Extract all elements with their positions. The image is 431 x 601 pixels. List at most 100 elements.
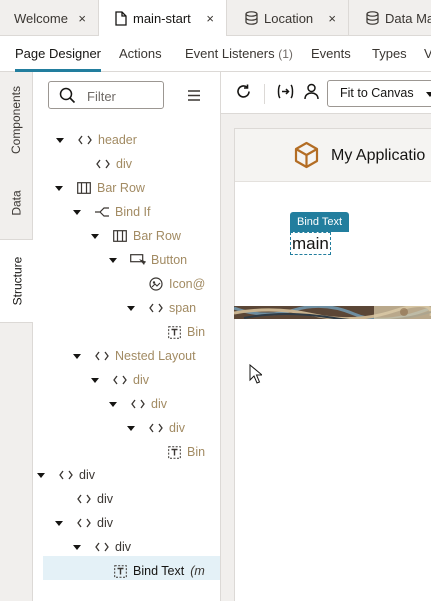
tab-label: Events <box>311 46 351 61</box>
app-logo-icon <box>293 141 320 174</box>
file-tab-bar: Welcome × main-start × Location × Data M… <box>0 0 431 37</box>
tree-node-label: Button <box>151 253 188 267</box>
tree-node-label: Bar Row <box>97 181 145 195</box>
tree-node-suffix: @ <box>192 277 206 291</box>
tree-node-label: span <box>169 301 197 315</box>
chevron-down-icon[interactable] <box>56 138 64 143</box>
tree-node-label: Nested Layout <box>115 349 196 363</box>
close-icon[interactable]: × <box>78 11 86 26</box>
chevron-down-icon[interactable] <box>91 234 99 239</box>
tab-types[interactable]: Types <box>372 36 407 72</box>
zoom-select-value: Fit to Canvas <box>340 86 414 100</box>
tree-node-label: div <box>115 540 131 554</box>
tree-node[interactable]: Bar Row <box>55 178 145 198</box>
bind-text-icon <box>112 564 128 578</box>
tree-node-label: div <box>133 373 149 387</box>
zoom-select[interactable]: Fit to Canvas <box>327 80 431 107</box>
file-tab-data-ma[interactable]: Data Ma <box>349 0 431 36</box>
tree-node[interactable]: Nested Layout <box>73 346 196 366</box>
tab-label: Page Designer <box>15 46 101 61</box>
side-tab-label: Components <box>9 85 24 154</box>
tree-node-label: Bind Text <box>133 564 185 578</box>
tab-count-badge: (1) <box>278 47 293 61</box>
app-header: My Applicatio <box>235 129 431 182</box>
code-icon <box>77 135 93 145</box>
tree-node[interactable]: Bin <box>166 322 205 342</box>
chevron-down-icon[interactable] <box>127 306 135 311</box>
chevron-down-icon[interactable] <box>73 210 81 215</box>
close-icon[interactable]: × <box>328 11 336 26</box>
tab-event-listeners[interactable]: Event Listeners (1) <box>185 36 293 72</box>
tree-node-label: Icon <box>169 277 193 291</box>
bind-text-icon <box>166 325 182 339</box>
tree-node[interactable]: div <box>95 154 132 174</box>
tab-events[interactable]: Events <box>311 36 351 72</box>
bar-row-icon <box>112 230 128 242</box>
chevron-down-icon[interactable] <box>73 545 81 550</box>
chevron-down-icon[interactable] <box>127 426 135 431</box>
variable-icon[interactable] <box>276 83 295 100</box>
tab-page-designer[interactable]: Page Designer <box>15 36 101 72</box>
tree-node-label: Bin <box>187 325 206 339</box>
side-tab-label: Structure <box>10 256 24 306</box>
main-text[interactable]: main <box>290 232 331 255</box>
file-tab-welcome[interactable]: Welcome × <box>0 0 99 36</box>
tab-label: V <box>424 46 431 61</box>
user-icon[interactable] <box>304 83 319 100</box>
tree-node-label: div <box>97 516 113 530</box>
chevron-down-icon[interactable] <box>37 473 45 478</box>
file-tab-label: Welcome <box>14 10 68 26</box>
tree-node[interactable]: Bar Row <box>91 226 181 246</box>
tree-node[interactable]: Bind If <box>73 202 150 222</box>
tree-node[interactable]: div <box>127 418 185 438</box>
side-tab-data[interactable]: Data <box>0 167 33 239</box>
side-tab-components[interactable]: Components <box>0 72 33 167</box>
file-tab-main-start[interactable]: main-start × <box>99 0 227 37</box>
design-canvas[interactable]: My Applicatio <box>221 114 431 601</box>
tab-label: Types <box>372 46 407 61</box>
refresh-icon[interactable] <box>235 83 252 100</box>
chevron-down-icon[interactable] <box>109 258 117 263</box>
tab-v[interactable]: V <box>424 36 431 72</box>
chevron-down-icon[interactable] <box>73 354 81 359</box>
close-icon[interactable]: × <box>206 11 214 26</box>
chevron-down-icon[interactable] <box>55 186 63 191</box>
bar-row-icon <box>76 182 92 194</box>
chevron-down-icon[interactable] <box>55 521 63 526</box>
file-tab-label: Location <box>264 10 314 26</box>
tree-node[interactable]: span <box>127 298 197 318</box>
menu-icon[interactable] <box>188 88 200 106</box>
tree-node[interactable]: div <box>109 394 167 414</box>
tab-label: Event Listeners <box>185 46 275 61</box>
tree-node-label: div <box>97 492 113 506</box>
tree-node-label: Bar Row <box>133 229 181 243</box>
tree-node-label: Bin <box>187 445 206 459</box>
code-icon <box>148 303 164 313</box>
tree-node[interactable]: div <box>37 465 95 485</box>
tree-node[interactable]: Icon @ <box>148 274 205 294</box>
file-icon <box>115 11 127 26</box>
file-tab-location[interactable]: Location × <box>228 0 349 36</box>
tree-node[interactable]: Bind Text (m <box>112 561 205 581</box>
tree-node-label: div <box>79 468 95 482</box>
button-icon <box>130 254 146 266</box>
tab-actions[interactable]: Actions <box>119 36 162 72</box>
chevron-down-icon[interactable] <box>91 378 99 383</box>
tree-node[interactable]: header <box>56 130 137 150</box>
banner-image <box>234 306 431 319</box>
mouse-cursor-icon <box>249 363 264 389</box>
chevron-down-icon <box>426 92 431 97</box>
canvas-toolbar: Fit to Canvas <box>221 72 431 114</box>
tree-node[interactable]: div <box>73 537 131 557</box>
tree-node[interactable]: Button <box>109 250 188 270</box>
side-tab-structure[interactable]: Structure <box>0 239 34 323</box>
code-icon <box>94 351 110 361</box>
tree-node[interactable]: div <box>55 513 113 533</box>
search-icon <box>59 87 76 109</box>
tree-node[interactable]: div <box>91 370 149 390</box>
tree-node-label: div <box>151 397 167 411</box>
tree-node[interactable]: Bin <box>166 442 205 462</box>
filter-input[interactable]: Filter <box>48 81 164 109</box>
chevron-down-icon[interactable] <box>109 402 117 407</box>
tree-node[interactable]: div <box>76 489 113 509</box>
